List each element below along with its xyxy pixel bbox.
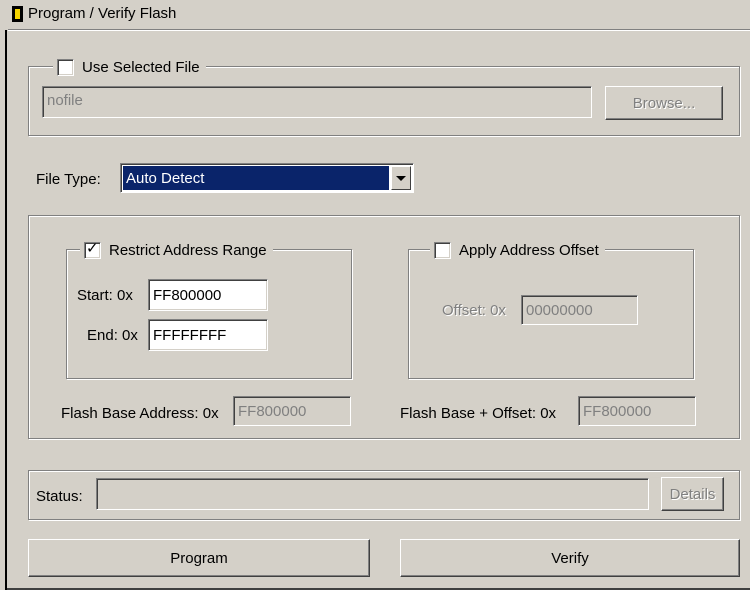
restrict-range-option[interactable]: Restrict Address Range bbox=[80, 239, 273, 261]
file-type-label: File Type: bbox=[36, 171, 101, 188]
file-type-selected-value: Auto Detect bbox=[123, 166, 389, 190]
window-title: Program / Verify Flash bbox=[28, 5, 177, 22]
apply-offset-label: Apply Address Offset bbox=[459, 241, 599, 259]
restrict-range-group-box bbox=[66, 249, 352, 379]
offset-input[interactable]: 00000000 bbox=[521, 295, 638, 325]
flash-base-address-field[interactable]: FF800000 bbox=[233, 396, 351, 426]
apply-offset-option[interactable]: Apply Address Offset bbox=[430, 239, 605, 261]
offset-label: Offset: 0x bbox=[442, 302, 506, 319]
file-path-field[interactable]: nofile bbox=[42, 86, 592, 118]
flash-base-offset-label: Flash Base + Offset: 0x bbox=[400, 405, 557, 422]
start-address-label: Start: 0x bbox=[77, 287, 133, 304]
window-left-border bbox=[5, 30, 7, 590]
flash-base-offset-field[interactable]: FF800000 bbox=[578, 396, 696, 426]
use-selected-file-checkbox[interactable] bbox=[57, 58, 74, 76]
end-address-label: End: 0x bbox=[87, 327, 138, 344]
flash-chip-icon bbox=[12, 6, 23, 22]
start-address-input[interactable]: FF800000 bbox=[148, 279, 268, 311]
end-address-input[interactable]: FFFFFFFF bbox=[148, 319, 268, 351]
details-button[interactable]: Details bbox=[661, 477, 724, 511]
flash-base-address-label: Flash Base Address: 0x bbox=[61, 405, 219, 422]
chevron-down-icon[interactable] bbox=[391, 166, 411, 190]
status-label: Status: bbox=[36, 488, 83, 505]
restrict-range-checkbox[interactable] bbox=[84, 239, 101, 259]
title-separator bbox=[8, 29, 750, 31]
verify-button[interactable]: Verify bbox=[400, 539, 740, 577]
browse-button[interactable]: Browse... bbox=[605, 86, 723, 120]
file-type-select[interactable]: Auto Detect bbox=[120, 163, 414, 193]
apply-offset-checkbox[interactable] bbox=[434, 241, 451, 259]
restrict-range-label: Restrict Address Range bbox=[109, 241, 267, 259]
use-selected-file-label: Use Selected File bbox=[82, 58, 200, 76]
use-selected-file-option[interactable]: Use Selected File bbox=[53, 56, 206, 78]
status-field bbox=[96, 478, 649, 510]
title-bar: Program / Verify Flash bbox=[0, 0, 750, 29]
program-button[interactable]: Program bbox=[28, 539, 370, 577]
